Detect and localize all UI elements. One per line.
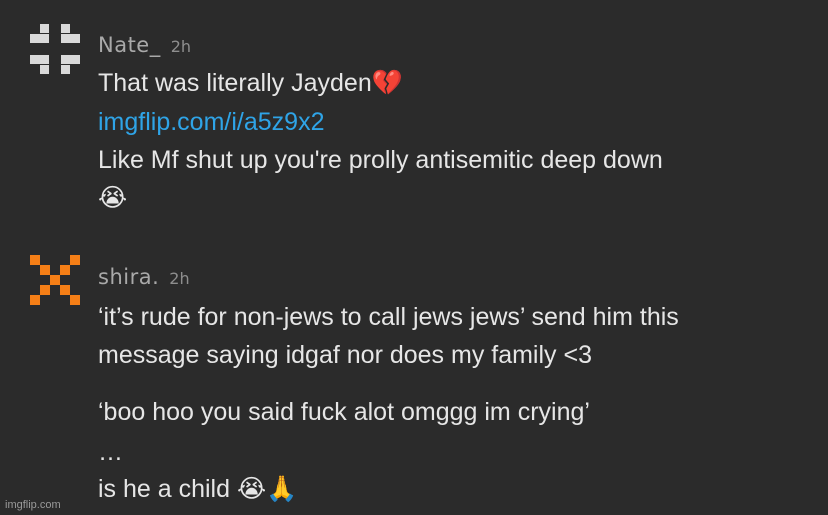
comment-line: ‘boo hoo you said fuck alot omggg im cry…	[98, 397, 590, 427]
comment-line: ‘it’s rude for non-jews to call jews jew…	[98, 302, 679, 332]
imgflip-watermark: imgflip.com	[5, 499, 61, 511]
username[interactable]: shira.	[98, 265, 159, 289]
comment-header: Nate_ 2h	[98, 33, 191, 57]
comment-text: ‘it’s rude for non-jews to call jews jew…	[98, 303, 679, 331]
comment-line: 😭	[98, 183, 127, 213]
timestamp: 2h	[169, 269, 190, 288]
gray-pixel-cross-icon	[30, 24, 80, 74]
comment-line: …	[98, 437, 123, 467]
comment-header: shira. 2h	[98, 265, 190, 289]
comment-text: Like Mf shut up you're prolly antisemiti…	[98, 146, 663, 174]
comment-text: ‘boo hoo you said fuck alot omggg im cry…	[98, 398, 590, 426]
comment-line: That was literally Jayden💔	[98, 68, 403, 98]
comment-line: imgflip.com/i/a5z9x2	[98, 107, 324, 137]
comment-text: …	[98, 438, 123, 466]
crying-face-emoji: 😭	[98, 183, 128, 212]
comment-text: That was literally Jayden	[98, 69, 372, 97]
comment-text: message saying idgaf nor does my family …	[98, 341, 592, 369]
image-link[interactable]: imgflip.com/i/a5z9x2	[98, 108, 324, 136]
avatar-shira[interactable]	[30, 255, 80, 305]
broken-heart-emoji: 💔	[371, 68, 403, 97]
orange-pixel-x-icon	[30, 255, 80, 305]
comment-text: is he a child	[98, 475, 237, 503]
avatar-nate[interactable]	[30, 24, 80, 74]
crying-praying-emoji: 😭🙏	[236, 474, 298, 503]
comment-line: message saying idgaf nor does my family …	[98, 340, 592, 370]
comment-line: Like Mf shut up you're prolly antisemiti…	[98, 145, 663, 175]
username[interactable]: Nate_	[98, 33, 161, 57]
comment-line: is he a child 😭🙏	[98, 474, 297, 504]
timestamp: 2h	[170, 37, 192, 56]
